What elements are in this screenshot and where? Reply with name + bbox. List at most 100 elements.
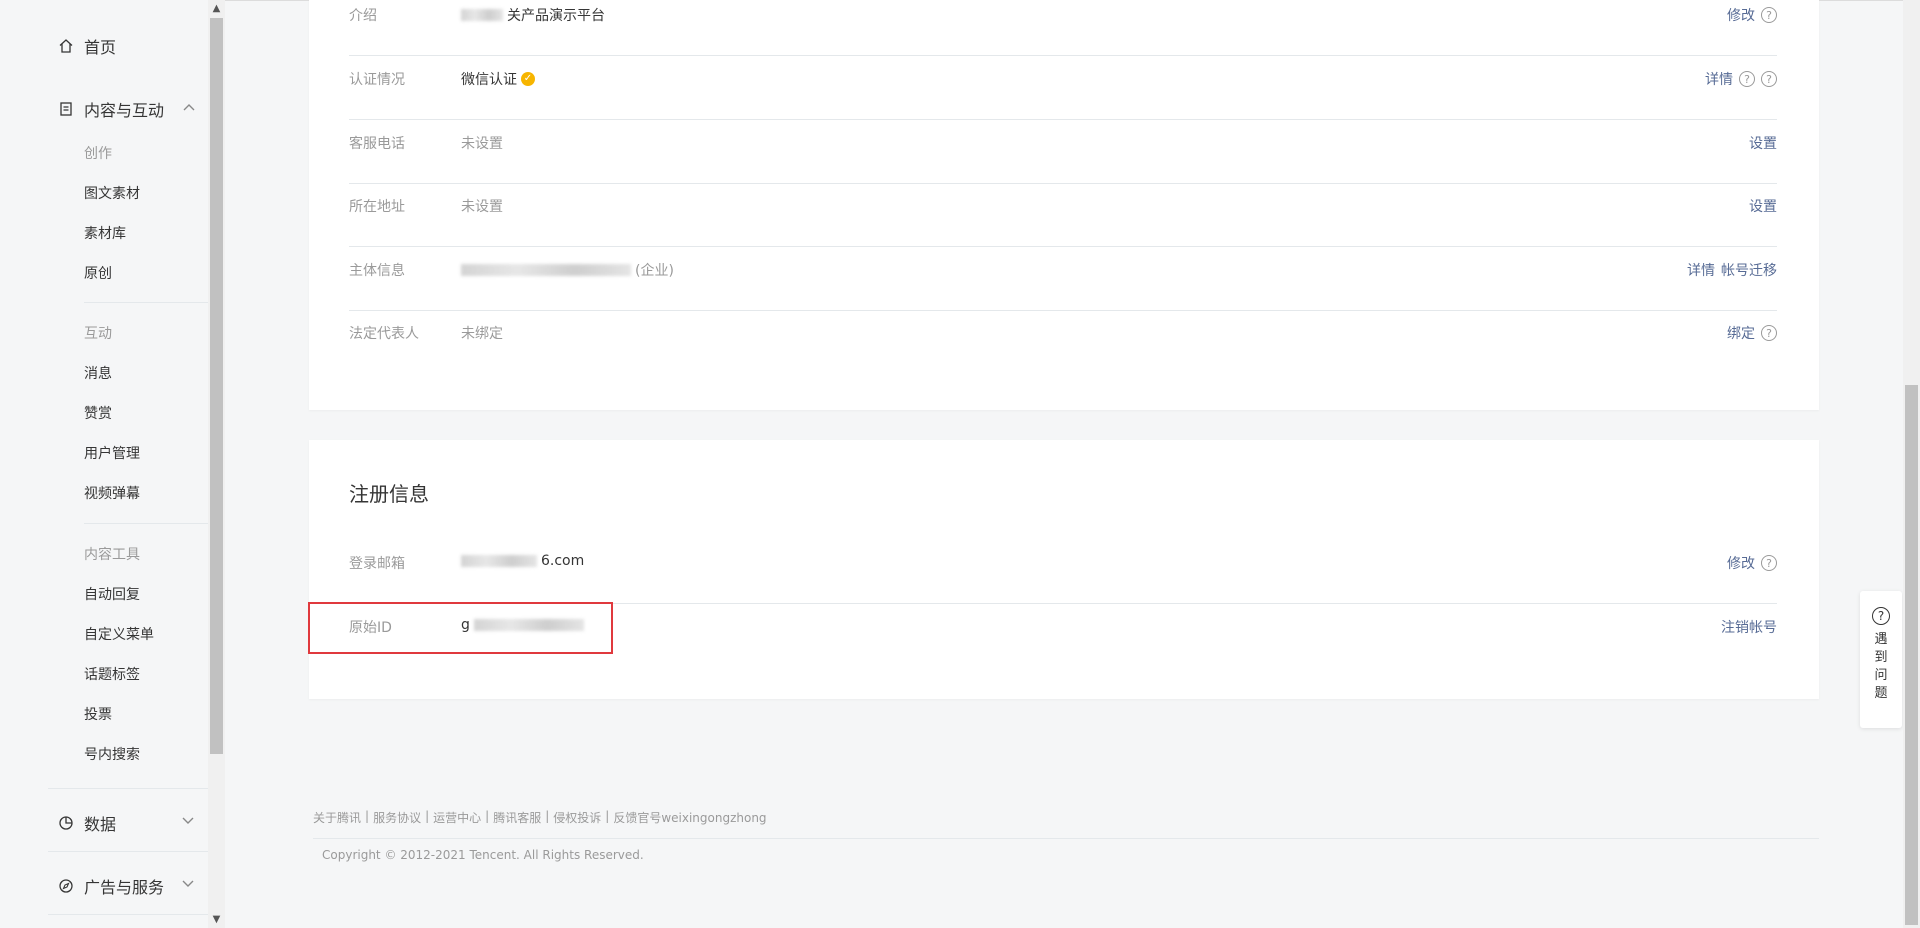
verified-icon: ✓ (521, 72, 535, 86)
legal-value: 未绑定 (461, 326, 503, 342)
row-subject: 主体信息 (企业) 详情 帐号迁移 (349, 247, 1777, 311)
sidebar-item-message[interactable]: 消息 (84, 363, 112, 383)
row-email: 登录邮箱 6.com 修改 ? (349, 540, 1777, 604)
sidebar-item-search[interactable]: 号内搜索 (84, 744, 140, 764)
subject-detail-link[interactable]: 详情 (1687, 260, 1715, 280)
help-icon[interactable]: ? (1761, 7, 1777, 23)
row-verify: 认证情况 微信认证 ✓ 详情 ? ? (349, 56, 1777, 120)
nav-data[interactable]: 数据 (58, 811, 194, 835)
intro-label: 介绍 (349, 8, 377, 24)
copyright: Copyright © 2012-2021 Tencent. All Right… (322, 848, 644, 862)
legal-actions: 绑定 ? (1727, 323, 1777, 343)
scrollbar-thumb[interactable] (1905, 385, 1918, 925)
footer-divider (313, 838, 1819, 839)
intro-value: 关产品演示平台 (461, 5, 605, 25)
sidebar-item-menu[interactable]: 自定义菜单 (84, 624, 154, 644)
footer-link-service[interactable]: 腾讯客服 (493, 809, 541, 826)
phone-label: 客服电话 (349, 136, 405, 152)
group-create: 创作 (84, 146, 112, 162)
scroll-down-icon[interactable]: ▼ (208, 911, 225, 928)
sidebar-item-autoreply[interactable]: 自动回复 (84, 584, 140, 604)
help-icon[interactable]: ? (1761, 71, 1777, 87)
help-icon[interactable]: ? (1761, 325, 1777, 341)
nav-home-label: 首页 (84, 38, 117, 57)
scrollbar-thumb[interactable] (210, 18, 223, 754)
help-icon[interactable]: ? (1739, 71, 1755, 87)
origid-actions: 注销帐号 (1721, 617, 1777, 637)
divider (84, 302, 208, 303)
intro-edit-link[interactable]: 修改 (1727, 5, 1755, 25)
sidebar-item-library[interactable]: 素材库 (84, 223, 126, 243)
row-address: 所在地址 未设置 设置 (349, 183, 1777, 247)
account-info-card: 介绍 关产品演示平台 修改 ? 认证情况 微信认证 ✓ 详情 ? ? 客服电话 … (309, 0, 1819, 410)
verify-detail-link[interactable]: 详情 (1705, 69, 1733, 89)
divider (48, 914, 208, 915)
footer-links: 关于腾讯 | 服务协议 | 运营中心 | 腾讯客服 | 侵权投诉 | 反馈官号weixin… (313, 809, 767, 826)
footer-link-complaint[interactable]: 侵权投诉 (553, 809, 601, 826)
email-value: 6.com (461, 553, 584, 569)
subject-type: (企业) (635, 263, 674, 279)
sidebar-item-vote[interactable]: 投票 (84, 704, 112, 724)
compass-icon (58, 878, 74, 894)
footer-link-ops[interactable]: 运营中心 (433, 809, 481, 826)
help-label: 遇到问题 (1874, 632, 1888, 701)
redacted (461, 555, 537, 567)
nav-home[interactable]: 首页 (58, 34, 116, 58)
address-set-link[interactable]: 设置 (1749, 196, 1777, 216)
highlight-box (308, 602, 613, 654)
scroll-up-icon[interactable]: ▲ (208, 0, 225, 17)
sidebar-item-users[interactable]: 用户管理 (84, 443, 140, 463)
subject-value: (企业) (461, 260, 674, 280)
address-label: 所在地址 (349, 199, 405, 215)
verify-actions: 详情 ? ? (1705, 69, 1777, 89)
row-legal: 法定代表人 未绑定 绑定 ? (349, 310, 1777, 373)
register-title: 注册信息 (349, 482, 429, 506)
verify-text: 微信认证 (461, 72, 517, 88)
register-info-card: 注册信息 登录邮箱 6.com 修改 ? 原始ID g 注销帐号 (309, 440, 1819, 699)
footer-link-feedback[interactable]: 反馈官号weixingongzhong (613, 809, 766, 826)
nav-ads[interactable]: 广告与服务 (58, 874, 194, 898)
phone-actions: 设置 (1749, 133, 1777, 153)
group-interact: 互动 (84, 326, 112, 342)
intro-actions: 修改 ? (1727, 5, 1777, 25)
phone-value: 未设置 (461, 136, 503, 152)
nav-ads-label: 广告与服务 (84, 878, 165, 897)
sidebar-item-topic[interactable]: 话题标签 (84, 664, 140, 684)
help-widget[interactable]: ? 遇到问题 (1860, 591, 1902, 728)
row-intro: 介绍 关产品演示平台 修改 ? (349, 0, 1777, 56)
sidebar-item-danmaku[interactable]: 视频弹幕 (84, 483, 140, 503)
sidebar-scrollbar[interactable]: ▲ ▼ (208, 0, 225, 928)
address-value: 未设置 (461, 199, 503, 215)
legal-bind-link[interactable]: 绑定 (1727, 323, 1755, 343)
email-edit-link[interactable]: 修改 (1727, 553, 1755, 573)
subject-actions: 详情 帐号迁移 (1687, 260, 1777, 280)
main-scrollbar[interactable] (1903, 0, 1920, 928)
verify-value: 微信认证 ✓ (461, 69, 535, 89)
cancel-account-link[interactable]: 注销帐号 (1721, 617, 1777, 637)
footer-link-about[interactable]: 关于腾讯 (313, 809, 361, 826)
intro-text: 关产品演示平台 (507, 8, 605, 24)
legal-label: 法定代表人 (349, 326, 419, 342)
group-tools: 内容工具 (84, 547, 140, 563)
phone-set-link[interactable]: 设置 (1749, 133, 1777, 153)
nav-content[interactable]: 内容与互动 (58, 97, 195, 121)
nav-data-label: 数据 (84, 815, 117, 834)
account-migrate-link[interactable]: 帐号迁移 (1721, 260, 1777, 280)
help-icon[interactable]: ? (1761, 555, 1777, 571)
nav-content-label: 内容与互动 (84, 101, 165, 120)
chevron-up-icon (183, 100, 195, 115)
sidebar-item-article[interactable]: 图文素材 (84, 183, 140, 203)
sidebar-item-original[interactable]: 原创 (84, 263, 112, 283)
redacted (461, 9, 503, 21)
row-phone: 客服电话 未设置 设置 (349, 120, 1777, 184)
document-icon (58, 101, 74, 117)
home-icon (58, 38, 74, 54)
sidebar-item-reward[interactable]: 赞赏 (84, 403, 112, 423)
question-icon: ? (1872, 607, 1890, 625)
email-actions: 修改 ? (1727, 553, 1777, 573)
redacted (461, 264, 631, 276)
sidebar: 首页 内容与互动 创作 图文素材 素材库 原创 互动 消息 赞赏 用户管理 视频… (0, 0, 208, 928)
footer-link-terms[interactable]: 服务协议 (373, 809, 421, 826)
subject-label: 主体信息 (349, 263, 405, 279)
address-actions: 设置 (1749, 196, 1777, 216)
